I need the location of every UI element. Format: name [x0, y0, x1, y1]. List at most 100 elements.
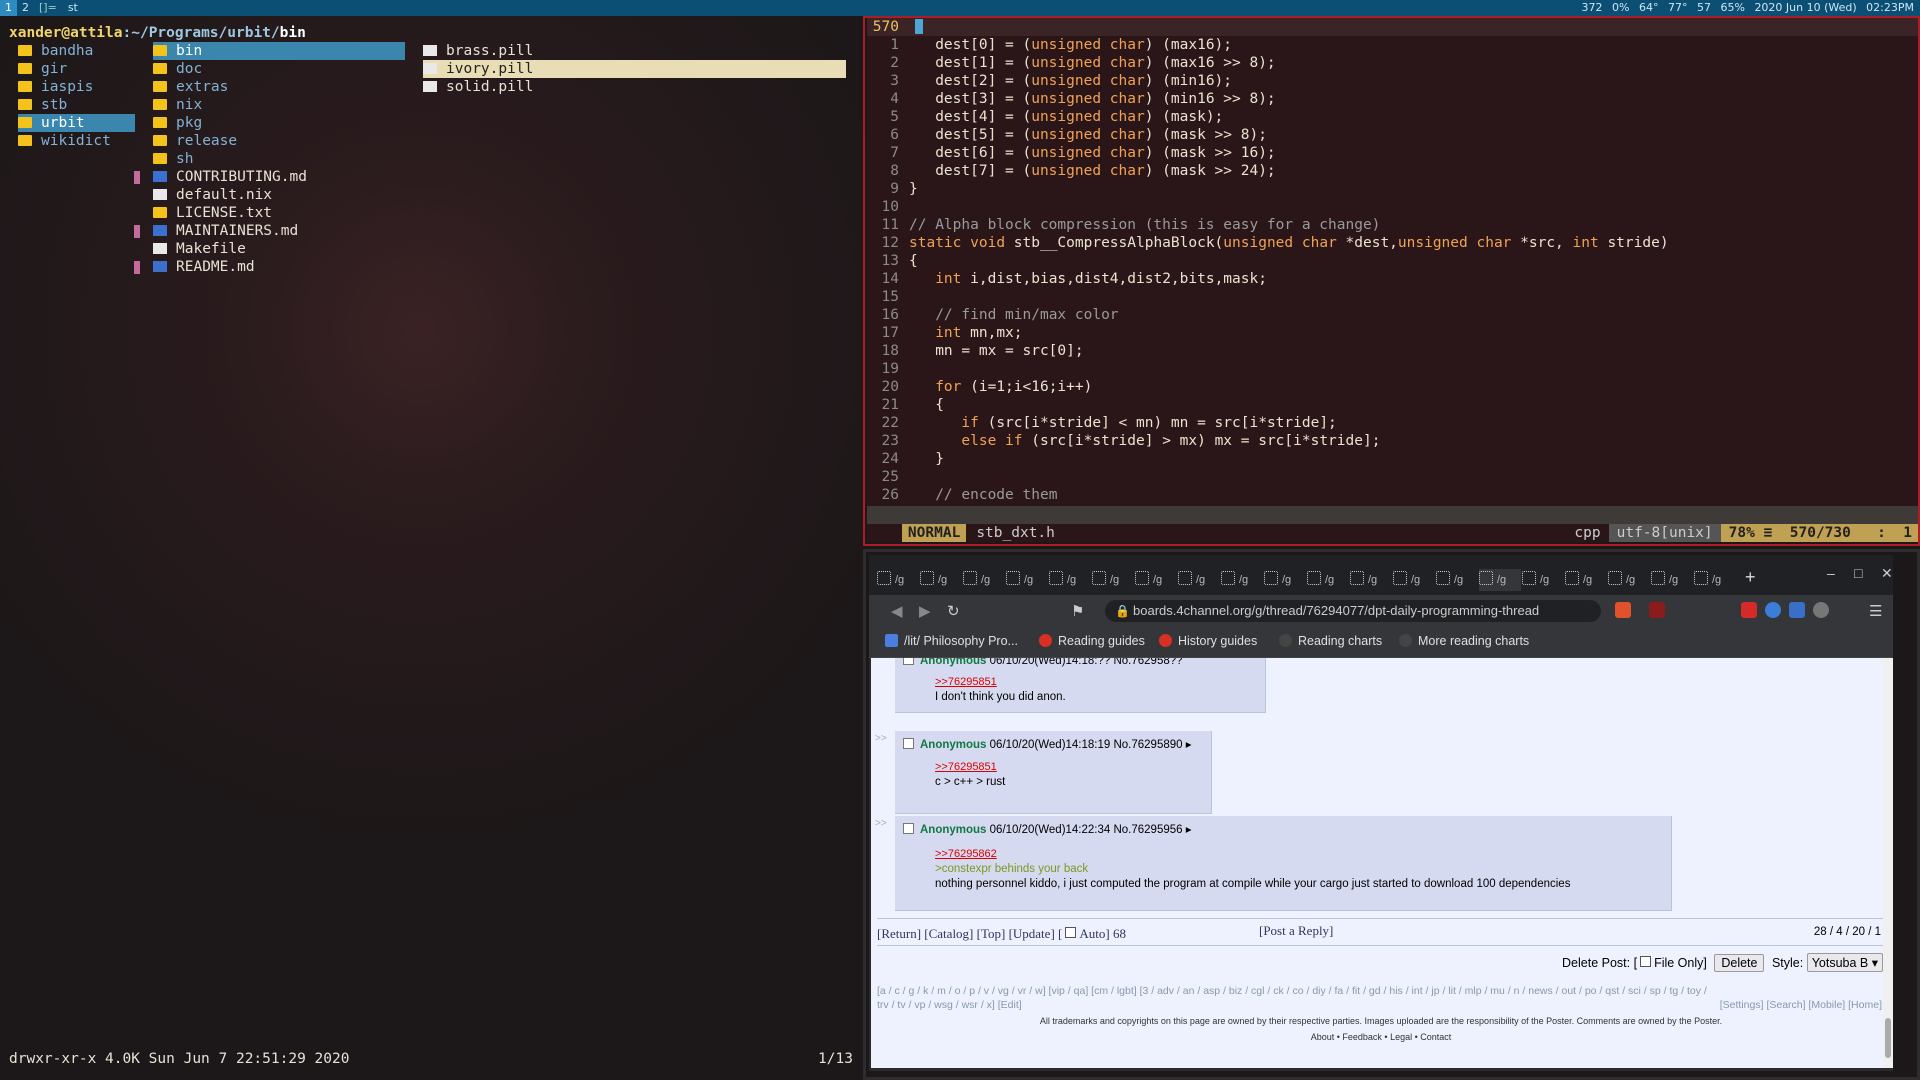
browser-tab[interactable]: /g [1565, 569, 1607, 591]
code-line[interactable]: 19 [867, 360, 1920, 378]
browser-tab[interactable]: /g [920, 569, 962, 591]
bookmark-more-reading-charts[interactable]: More reading charts [1399, 634, 1529, 648]
code-line[interactable]: 2 dest[1] = (unsigned char) (max16 >> 8)… [867, 54, 1920, 72]
file-entry[interactable]: Makefile [153, 240, 405, 258]
browser-tab[interactable]: /g [1264, 569, 1306, 591]
back-icon[interactable]: ◀ [891, 602, 903, 620]
dir-entry[interactable]: iaspis [18, 78, 135, 96]
code-line[interactable]: 24 } [867, 450, 1920, 468]
code-line[interactable]: 12 static void stb__CompressAlphaBlock(un… [867, 234, 1920, 252]
browser-tab[interactable]: /g [1393, 569, 1435, 591]
layout-indicator[interactable]: []= [34, 0, 62, 16]
quote-link[interactable]: >>76295851 [935, 676, 997, 688]
bookmark-icon[interactable]: ⚑ [1071, 602, 1084, 620]
vim-editor[interactable]: 570 1 dest[0] = (unsigned char) (max16); 2… [867, 18, 1920, 542]
code-line[interactable]: 7 dest[6] = (unsigned char) (mask >> 16)… [867, 144, 1920, 162]
code-line[interactable]: 26 // encode them [867, 486, 1920, 504]
file-entry[interactable]: MAINTAINERS.md [134, 222, 405, 240]
code-line[interactable]: 22 if (src[i*stride] < mn) mn = src[i*st… [867, 414, 1920, 432]
maximize-icon[interactable]: □ [1854, 565, 1862, 581]
file-entry[interactable]: ivory.pill [423, 60, 846, 78]
address-bar[interactable]: 🔒 boards.4channel.org/g/thread/76294077/… [1105, 600, 1601, 622]
code-line[interactable]: 16 // find min/max color [867, 306, 1920, 324]
code-line[interactable]: 23 else if (src[i*stride] > mx) mx = src… [867, 432, 1920, 450]
bookmark-history-guides[interactable]: History guides [1159, 634, 1257, 648]
code-line[interactable]: 1 dest[0] = (unsigned char) (max16); [867, 36, 1920, 54]
extension-puzzle-icon[interactable] [1813, 602, 1829, 618]
rewards-icon[interactable] [1649, 602, 1665, 618]
browser-tab[interactable]: /g [1221, 569, 1263, 591]
browser-tab[interactable]: /g [1049, 569, 1091, 591]
code-area[interactable]: 570 1 dest[0] = (unsigned char) (max16); 2… [867, 18, 1920, 504]
code-line[interactable]: 20 for (i=1;i<16;i++) [867, 378, 1920, 396]
dir-entry[interactable]: doc [153, 60, 405, 78]
dir-entry[interactable]: release [153, 132, 405, 150]
code-line[interactable]: 10 [867, 198, 1920, 216]
browser-tab[interactable]: /g [877, 569, 919, 591]
code-line[interactable]: 4 dest[3] = (unsigned char) (min16 >> 8)… [867, 90, 1920, 108]
dir-entry[interactable]: urbit [18, 114, 135, 132]
extension-calendar-icon[interactable] [1741, 602, 1757, 618]
file-entry[interactable]: CONTRIBUTING.md [134, 168, 405, 186]
code-line[interactable]: 5 dest[4] = (unsigned char) (mask); [867, 108, 1920, 126]
dir-entry[interactable]: stb [18, 96, 135, 114]
scrollbar-thumb[interactable] [1885, 1018, 1891, 1058]
code-line[interactable]: 11 // Alpha block compression (this is ea… [867, 216, 1920, 234]
quote-link[interactable]: >>76295851 [935, 761, 997, 773]
extension-twitter-icon[interactable] [1765, 602, 1781, 618]
code-line[interactable]: 21 { [867, 396, 1920, 414]
post-checkbox[interactable] [903, 738, 914, 749]
browser-tab[interactable]: /g [1522, 569, 1564, 591]
extension-translate-icon[interactable] [1789, 602, 1805, 618]
delete-button[interactable]: Delete [1714, 954, 1765, 972]
menu-icon[interactable]: ☰ [1869, 602, 1882, 620]
file-entry[interactable]: solid.pill [423, 78, 846, 96]
file-entry[interactable]: brass.pill [423, 42, 846, 60]
dir-entry[interactable]: bin [153, 42, 405, 60]
auto-checkbox[interactable] [1065, 927, 1077, 938]
bookmark-reading-charts[interactable]: Reading charts [1279, 634, 1382, 648]
reload-icon[interactable]: ↻ [947, 602, 960, 620]
file-entry[interactable]: LICENSE.txt [153, 204, 405, 222]
file-entry[interactable]: README.md [134, 258, 405, 276]
code-line[interactable]: 13 { [867, 252, 1920, 270]
code-line[interactable]: 18 mn = mx = src[0]; [867, 342, 1920, 360]
file-only-checkbox[interactable] [1640, 956, 1652, 967]
code-line[interactable]: 3 dest[2] = (unsigned char) (min16); [867, 72, 1920, 90]
file-entry[interactable]: default.nix [153, 186, 405, 204]
code-line[interactable]: 9} [867, 180, 1920, 198]
page-scrollbar[interactable] [1883, 658, 1893, 1068]
dir-entry[interactable]: extras [153, 78, 405, 96]
browser-tab[interactable]: /g [1006, 569, 1048, 591]
code-line[interactable]: 6 dest[5] = (unsigned char) (mask >> 8); [867, 126, 1920, 144]
close-window-icon[interactable]: ✕ [1881, 565, 1893, 582]
code-line[interactable]: 17 int mn,mx; [867, 324, 1920, 342]
post-checkbox[interactable] [903, 658, 914, 665]
dir-entry[interactable]: bandha [18, 42, 135, 60]
style-select[interactable]: Yotsuba B ▾ [1806, 953, 1883, 972]
current-line[interactable]: 570 [867, 18, 1920, 36]
quote-link[interactable]: >>76295862 [935, 848, 997, 860]
browser-tab[interactable]: /g [1178, 569, 1220, 591]
dir-entry[interactable]: pkg [153, 114, 405, 132]
workspace-1[interactable]: 1 [0, 0, 17, 16]
browser-tab[interactable]: /g [1479, 569, 1521, 591]
code-line[interactable]: 15 [867, 288, 1920, 306]
browser-tab[interactable]: /g [1350, 569, 1392, 591]
forward-icon[interactable]: ▶ [919, 602, 931, 620]
dir-entry[interactable]: nix [153, 96, 405, 114]
browser-tab[interactable]: /g [1092, 569, 1134, 591]
browser-tab[interactable]: /g [1608, 569, 1650, 591]
browser-tab[interactable]: /g [1436, 569, 1478, 591]
post-reply-link[interactable]: [Post a Reply] [1259, 923, 1333, 939]
code-line[interactable]: 14 int i,dist,bias,dist4,dist2,bits,mask… [867, 270, 1920, 288]
code-line[interactable]: 8 dest[7] = (unsigned char) (mask >> 24)… [867, 162, 1920, 180]
brave-shield-icon[interactable] [1615, 602, 1631, 618]
workspace-2[interactable]: 2 [17, 0, 34, 16]
browser-tab[interactable]: /g [1135, 569, 1177, 591]
browser-tab[interactable]: /g [963, 569, 1005, 591]
browser-tab[interactable]: /g [1651, 569, 1693, 591]
thread-nav-links[interactable]: [Return] [Catalog] [Top] [Update] [ [877, 926, 1062, 941]
dir-entry[interactable]: sh [153, 150, 405, 168]
post-checkbox[interactable] [903, 823, 914, 834]
